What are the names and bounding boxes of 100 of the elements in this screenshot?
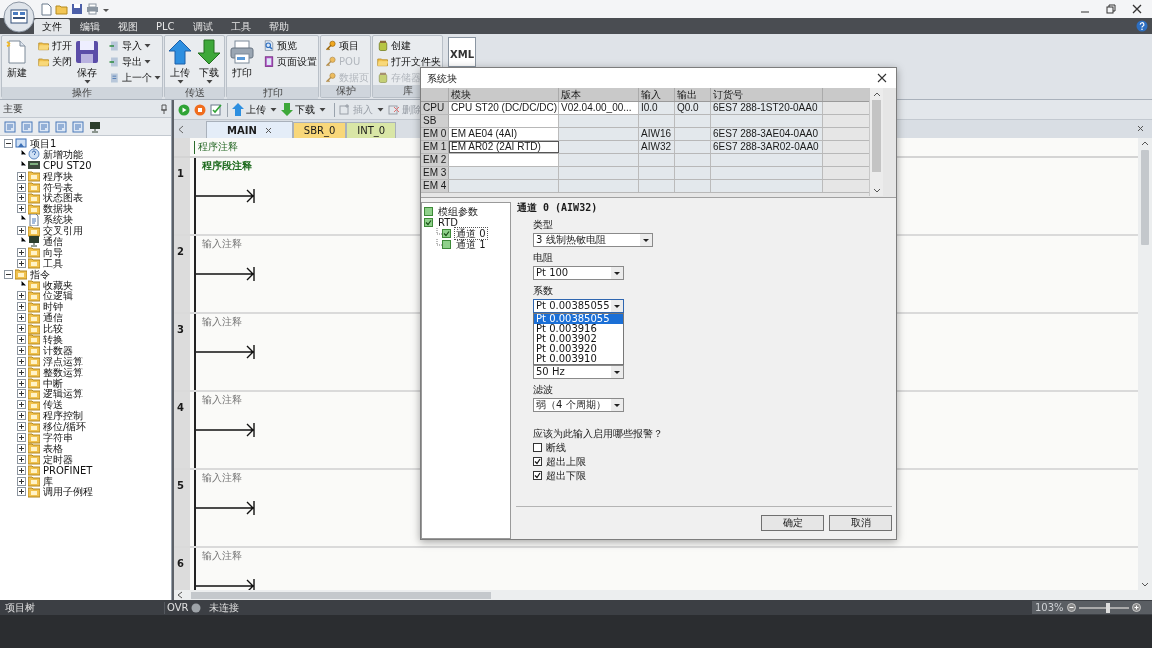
row-header[interactable]: EM 4 [421, 180, 449, 192]
tree-item[interactable]: 位逻辑 [43, 290, 73, 302]
ribbon-button[interactable]: 页面设置 [262, 54, 317, 69]
editor-tab[interactable]: MAIN [206, 121, 293, 138]
table-cell[interactable]: V02.04.00_00... [559, 102, 639, 114]
table-cell[interactable] [559, 167, 639, 179]
ribbon-tab[interactable]: 帮助 [260, 19, 297, 34]
tree-item[interactable]: 状态图表 [43, 192, 83, 204]
tree-item[interactable]: 向导 [43, 246, 63, 258]
plus-icon[interactable] [17, 367, 26, 377]
table-cell[interactable] [449, 115, 559, 127]
ribbon-button[interactable]: 导入 [107, 38, 161, 53]
plus-icon[interactable] [17, 247, 26, 257]
tree-item[interactable]: 时钟 [43, 301, 63, 313]
ribbon-button[interactable]: 关闭 [37, 54, 72, 69]
checkbox[interactable] [533, 443, 542, 452]
close-icon[interactable] [1137, 125, 1144, 132]
tree-item[interactable]: 通信 [43, 235, 63, 247]
tree-item[interactable]: 比较 [43, 323, 63, 335]
tree-item[interactable]: PROFINET [43, 464, 93, 476]
column-header[interactable]: 输出 [675, 88, 711, 101]
table-cell[interactable] [711, 154, 823, 166]
table-cell[interactable]: 6ES7 288-3AR02-0AA0 [711, 141, 823, 153]
table-cell[interactable] [639, 167, 675, 179]
table-cell[interactable] [559, 154, 639, 166]
dropdown[interactable]: 3 线制热敏电阻 [533, 233, 653, 247]
column-header[interactable]: 版本 [559, 88, 639, 101]
tree-item[interactable]: 数据块 [43, 203, 73, 215]
scrollbar-thumb[interactable] [191, 591, 491, 599]
plus-icon[interactable] [17, 226, 26, 236]
checkbox[interactable] [533, 457, 542, 466]
plus-icon[interactable] [17, 356, 26, 366]
dropdown-option[interactable]: Pt 0.003910 [534, 354, 623, 364]
dropdown-option[interactable]: Pt 0.00385055 [534, 314, 623, 324]
network-comment[interactable]: 输入注释 [202, 472, 242, 484]
plus-icon[interactable] [17, 193, 26, 203]
horizontal-scrollbar[interactable] [174, 590, 1152, 600]
table-cell[interactable] [449, 167, 559, 179]
window-icon[interactable] [4, 120, 16, 133]
dropdown-option[interactable]: Pt 0.003916 [534, 324, 623, 334]
table-cell[interactable] [559, 115, 639, 127]
plus-icon[interactable] [17, 313, 26, 323]
ribbon-button[interactable]: 打开 [37, 38, 72, 53]
plus-icon[interactable] [17, 345, 26, 355]
plus-icon[interactable] [17, 443, 26, 453]
tree-item[interactable]: 系统块 [43, 214, 73, 226]
ribbon-tab[interactable]: 视图 [110, 19, 146, 34]
network-comment[interactable]: 输入注释 [202, 316, 242, 328]
pin-icon[interactable] [160, 103, 168, 114]
scroll-left-icon[interactable] [177, 591, 183, 599]
table-cell[interactable]: AIW32 [639, 141, 675, 153]
table-cell[interactable] [639, 115, 675, 127]
network-comment[interactable]: 输入注释 [202, 394, 242, 406]
network-comment[interactable]: 输入注释 [202, 238, 242, 250]
page-icon[interactable] [38, 120, 50, 133]
row-header[interactable]: CPU [421, 102, 449, 114]
tree-item[interactable]: 逻辑运算 [43, 388, 83, 400]
table-cell[interactable] [675, 141, 711, 153]
close-icon[interactable] [1132, 4, 1142, 14]
plus-icon[interactable] [17, 378, 26, 388]
column-header[interactable]: 输入 [639, 88, 675, 101]
plus-icon[interactable] [17, 302, 26, 312]
table-cell[interactable] [449, 180, 559, 192]
dropdown[interactable]: Pt 100 [533, 266, 624, 280]
toolbar-button[interactable]: 上传 [232, 102, 266, 117]
plus-icon[interactable] [17, 258, 26, 268]
xml-button[interactable]: XML [448, 37, 476, 67]
ribbon-button[interactable]: 保存 [73, 37, 101, 87]
program-comment[interactable]: 程序注释 [194, 141, 238, 154]
checkbox[interactable] [533, 471, 542, 480]
plus-icon[interactable] [17, 433, 26, 442]
scroll-left-icon[interactable] [178, 125, 184, 134]
chart-icon[interactable] [72, 120, 84, 133]
vertical-scrollbar[interactable] [1138, 138, 1152, 590]
scroll-up-icon[interactable] [1141, 140, 1149, 146]
table-cell[interactable]: Q0.0 [675, 102, 711, 114]
table-icon[interactable] [21, 120, 33, 133]
table-cell[interactable] [639, 154, 675, 166]
tree-item[interactable]: 新增功能 [43, 148, 83, 160]
tree-item[interactable]: 计数器 [43, 344, 73, 356]
row-header[interactable]: EM 3 [421, 167, 449, 179]
dropdown[interactable]: 弱（4 个周期） [533, 398, 624, 412]
tree-item[interactable]: 符号表 [43, 181, 73, 193]
ribbon-button[interactable]: 上一个 [107, 70, 161, 85]
table-cell[interactable] [675, 167, 711, 179]
plus-icon[interactable] [17, 400, 26, 410]
table-cell[interactable] [449, 154, 559, 166]
vertical-scrollbar[interactable] [869, 88, 883, 196]
ribbon-tab[interactable]: 编辑 [72, 19, 108, 34]
table-cell[interactable]: EM AE04 (4AI) [449, 128, 559, 140]
editor-tab[interactable]: SBR_0 [292, 122, 347, 138]
scroll-down-icon[interactable] [872, 188, 881, 194]
table-cell[interactable] [559, 128, 639, 140]
new-file-icon[interactable] [40, 2, 52, 16]
ribbon-button[interactable]: 导出 [107, 54, 161, 69]
zoom-out-icon[interactable] [1066, 603, 1076, 612]
dropdown-option[interactable]: Pt 0.003902 [534, 334, 623, 344]
tree-item[interactable]: 表格 [43, 442, 63, 454]
printer-icon[interactable] [86, 3, 99, 15]
ribbon-button[interactable]: 项目 [324, 38, 369, 53]
